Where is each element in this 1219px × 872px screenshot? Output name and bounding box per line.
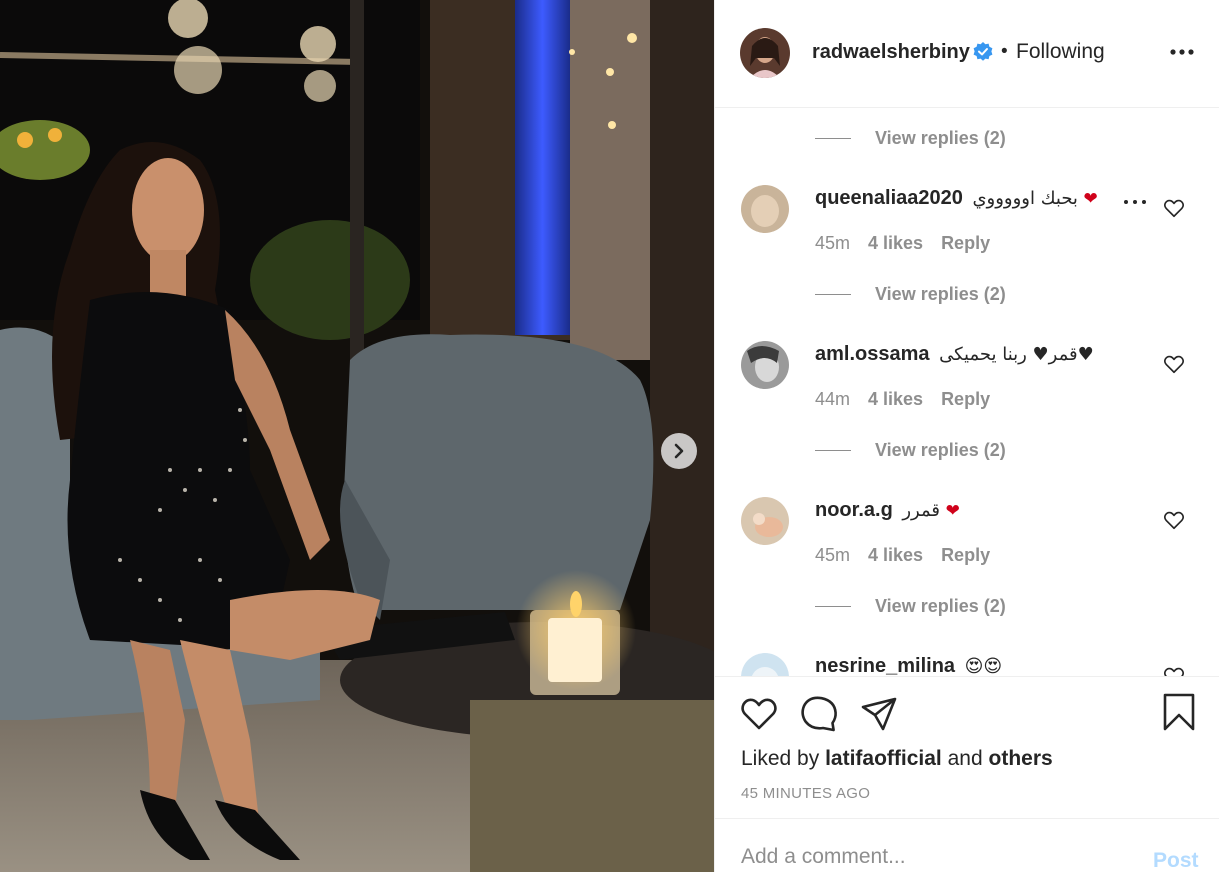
comment-item: nesrine_milina 😍😍 — [715, 653, 1219, 676]
verified-badge-icon — [973, 42, 993, 61]
post-header: radwaelsherbiny • Following — [715, 0, 1219, 108]
comment-text: aml.ossama قمر♥ ربنا يحميكى♥ — [815, 343, 1094, 366]
reply-button[interactable]: Reply — [941, 233, 990, 254]
comment-emoji: ❤ — [945, 501, 960, 520]
comment-meta: 45m 4 likes Reply — [815, 545, 990, 566]
comment-text: nesrine_milina 😍😍 — [815, 655, 1002, 676]
paper-plane-icon[interactable] — [859, 694, 899, 734]
comment-emoji: ❤ — [1083, 189, 1098, 208]
author-username[interactable]: radwaelsherbiny — [812, 41, 970, 64]
view-replies-label: View replies (2) — [875, 283, 1006, 304]
liked-by-and: and — [947, 747, 983, 770]
heart-outline-icon[interactable] — [739, 694, 779, 734]
chevron-right-icon — [674, 443, 684, 459]
comment-likes[interactable]: 4 likes — [868, 389, 923, 410]
next-photo-button[interactable] — [661, 433, 697, 469]
commenter-avatar-image — [741, 497, 789, 545]
comment-age: 45m — [815, 233, 851, 253]
comment-text: noor.a.g قمرر ❤ — [815, 499, 960, 522]
comment-item: aml.ossama قمر♥ ربنا يحميكى♥ 44m 4 likes… — [715, 341, 1219, 431]
comment-username[interactable]: aml.ossama — [815, 343, 930, 365]
post-timestamp[interactable]: 45 MINUTES AGO — [741, 785, 870, 802]
following-button[interactable]: Following — [1016, 40, 1105, 64]
view-replies-label: View replies (2) — [875, 439, 1006, 460]
comment-bubble-icon[interactable] — [799, 694, 839, 734]
comment-likes[interactable]: 4 likes — [868, 233, 923, 254]
view-replies-label: View replies (2) — [875, 595, 1006, 616]
comments-list: View replies (2) queenaliaa2020 بحبك اوو… — [715, 108, 1219, 676]
commenter-avatar-image — [741, 185, 789, 233]
comment-username[interactable]: noor.a.g — [815, 499, 893, 521]
heart-outline-icon[interactable] — [1163, 665, 1185, 676]
reply-button[interactable]: Reply — [941, 389, 990, 410]
liked-by-others[interactable]: others — [989, 747, 1053, 770]
heart-outline-icon[interactable] — [1163, 353, 1185, 375]
view-replies-button[interactable]: View replies (2) — [815, 282, 1006, 306]
post-actions: Liked by latifaofficial and others 45 MI… — [715, 676, 1219, 818]
comment-body: 😍😍 — [964, 656, 1003, 676]
post-comment-button[interactable]: Post — [1153, 849, 1199, 872]
bookmark-icon[interactable] — [1159, 692, 1199, 732]
post-sidebar: radwaelsherbiny • Following View replies… — [714, 0, 1219, 872]
comment-username[interactable]: queenaliaa2020 — [815, 187, 963, 209]
replies-divider — [815, 137, 851, 139]
liked-by-text: Liked by latifaofficial and others — [741, 747, 1053, 771]
comment-body: بحبك اوووووي — [972, 188, 1078, 209]
comment-input[interactable] — [741, 845, 1121, 869]
comment-age: 45m — [815, 545, 851, 565]
commenter-avatar[interactable] — [741, 341, 789, 389]
post-photo — [0, 0, 714, 872]
commenter-avatar[interactable] — [741, 185, 789, 233]
view-replies-button[interactable]: View replies (2) — [815, 126, 1006, 150]
comment-meta: 45m 4 likes Reply — [815, 233, 990, 254]
comment-text: queenaliaa2020 بحبك اوووووي ❤ — [815, 187, 1098, 210]
liked-by-prefix: Liked by — [741, 747, 820, 770]
view-replies-button[interactable]: View replies (2) — [815, 438, 1006, 462]
view-replies-label: View replies (2) — [875, 127, 1006, 148]
heart-outline-icon[interactable] — [1163, 197, 1185, 219]
header-separator: • — [1001, 41, 1008, 62]
commenter-avatar[interactable] — [741, 653, 789, 676]
replies-divider — [815, 293, 851, 295]
reply-button[interactable]: Reply — [941, 545, 990, 566]
comment-username[interactable]: nesrine_milina — [815, 655, 955, 676]
comment-item: noor.a.g قمرر ❤ 45m 4 likes Reply — [715, 497, 1219, 587]
author-avatar-image — [740, 28, 790, 78]
author-avatar[interactable] — [740, 28, 790, 78]
comment-body: قمرر — [902, 500, 940, 521]
comment-body: قمر♥ ربنا يحميكى♥ — [939, 344, 1094, 365]
comment-item: queenaliaa2020 بحبك اوووووي ❤ 45m 4 like… — [715, 185, 1219, 275]
commenter-avatar[interactable] — [741, 497, 789, 545]
heart-outline-icon[interactable] — [1163, 509, 1185, 531]
add-comment-bar: Post — [715, 818, 1219, 872]
comment-likes[interactable]: 4 likes — [868, 545, 923, 566]
more-horizontal-icon[interactable] — [1169, 38, 1195, 66]
view-replies-button[interactable]: View replies (2) — [815, 594, 1006, 618]
comment-meta: 44m 4 likes Reply — [815, 389, 990, 410]
comment-more-icon[interactable] — [1123, 195, 1147, 209]
liked-by-user[interactable]: latifaofficial — [825, 747, 942, 770]
commenter-avatar-image — [741, 653, 789, 676]
comment-age: 44m — [815, 389, 851, 409]
commenter-avatar-image — [741, 341, 789, 389]
replies-divider — [815, 449, 851, 451]
post-photo-illustration — [0, 0, 714, 872]
replies-divider — [815, 605, 851, 607]
